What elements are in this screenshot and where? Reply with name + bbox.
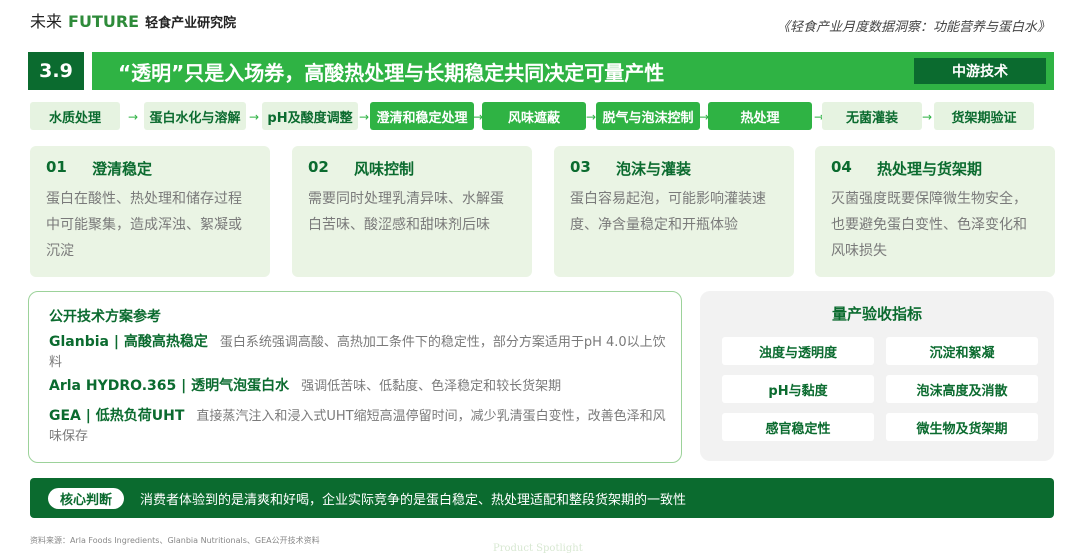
reference-desc: 强调低苦味、低黏度、色泽稳定和较长货架期 [301,379,562,394]
core-judgement-label: 核心判断 [48,488,124,509]
flow-arrow-icon: → [249,110,260,124]
card-number: 03 [570,158,591,176]
flow-step-heat: 热处理 [708,102,812,130]
report-title: 《轻食产业月度数据洞察：功能营养与蛋白水》 [776,20,1050,35]
flow-step-ph: pH及酸度调整 [262,102,358,130]
kpi-item: 浊度与透明度 [722,337,874,365]
card-title: 风味控制 [354,160,415,178]
watermark: Product Spotlight [493,543,583,554]
kpi-item: 感官稳定性 [722,413,874,441]
card-body: 蛋白在酸性、热处理和储存过程中可能聚集，造成浑浊、絮凝或沉淀 [46,191,242,259]
flow-step-flavor: 风味遮蔽 [482,102,586,130]
kpi-item: 微生物及货架期 [886,413,1038,441]
section-title-text: “透明”只是入场券，高酸热处理与长期稳定共同决定可量产性 [118,60,665,85]
flow-step-clarify: 澄清和稳定处理 [370,102,474,130]
challenge-card-03: 03 泡沫与灌装 蛋白容易起泡，可能影响灌装速度、净含量稳定和开瓶体验 [554,146,794,277]
logo-en: FUTURE [68,12,140,31]
core-judgement-text: 消费者体验到的是清爽和好喝，企业实际竞争的是蛋白稳定、热处理适配和整段货架期的一… [140,493,687,508]
reference-item: Arla HYDRO.365 | 透明气泡蛋白水 强调低苦味、低黏度、色泽稳定和较… [49,376,669,397]
process-flow: 水质处理 → 蛋白水化与溶解 → pH及酸度调整 → 澄清和稳定处理 → 风味遮… [30,102,1054,130]
challenge-card-04: 04 热处理与货架期 灭菌强度既要保障微生物安全，也要避免蛋白变性、色泽变化和风… [815,146,1055,277]
card-title: 热处理与货架期 [877,160,983,178]
card-number: 01 [46,158,67,176]
kpi-item: pH与黏度 [722,375,874,403]
flow-arrow-icon: → [586,110,597,124]
logo-org: 轻食产业研究院 [145,16,237,31]
card-title: 泡沫与灌装 [616,160,692,178]
flow-arrow-icon: → [359,110,370,124]
kpi-item: 泡沫高度及消散 [886,375,1038,403]
flow-arrow-icon: → [922,110,933,124]
reference-panel: 公开技术方案参考 Glanbia | 高酸高热稳定 蛋白系统强调高酸、高热加工条件… [28,291,682,463]
reference-label: Glanbia | 高酸高热稳定 [49,334,208,350]
flow-step-aseptic: 无菌灌装 [822,102,922,130]
reference-title: 公开技术方案参考 [49,309,161,325]
card-title: 澄清稳定 [92,160,153,178]
section-number: 3.9 [28,52,84,90]
flow-step-water: 水质处理 [30,102,120,130]
reference-item: GEA | 低热负荷UHT 直接蒸汽注入和浸入式UHT缩短高温停留时间，减少乳清蛋… [49,406,669,447]
core-judgement-bar: 核心判断 消费者体验到的是清爽和好喝，企业实际竞争的是蛋白稳定、热处理适配和整段… [30,478,1054,518]
flow-step-shelf: 货架期验证 [934,102,1034,130]
card-body: 蛋白容易起泡，可能影响灌装速度、净含量稳定和开瓶体验 [570,191,766,233]
logo-cn: 未来 [30,12,63,31]
flow-step-degas: 脱气与泡沫控制 [596,102,700,130]
card-number: 02 [308,158,329,176]
reference-item: Glanbia | 高酸高热稳定 蛋白系统强调高酸、高热加工条件下的稳定性，部分方… [49,332,669,373]
reference-label: Arla HYDRO.365 | 透明气泡蛋白水 [49,378,290,394]
section-title: “透明”只是入场券，高酸热处理与长期稳定共同决定可量产性 中游技术 [92,52,1054,90]
source-note: 资料来源：Arla Foods Ingredients、Glanbia Nutr… [30,536,320,545]
section-tag: 中游技术 [914,58,1046,84]
card-body: 需要同时处理乳清异味、水解蛋白苦味、酸涩感和甜味剂后味 [308,191,504,233]
section-title-bar: 3.9 “透明”只是入场券，高酸热处理与长期稳定共同决定可量产性 中游技术 [28,52,1054,90]
kpi-title: 量产验收指标 [831,305,922,323]
challenge-card-01: 01 澄清稳定 蛋白在酸性、热处理和储存过程中可能聚集，造成浑浊、絮凝或沉淀 [30,146,270,277]
card-body: 灭菌强度既要保障微生物安全，也要避免蛋白变性、色泽变化和风味损失 [831,191,1027,259]
brand-logo: 未来 FUTURE 轻食产业研究院 [30,8,236,32]
reference-label: GEA | 低热负荷UHT [49,408,185,424]
flow-step-hydration: 蛋白水化与溶解 [144,102,246,130]
kpi-panel: 量产验收指标 浊度与透明度 沉淀和絮凝 pH与黏度 泡沫高度及消散 感官稳定性 … [700,291,1054,461]
challenge-card-02: 02 风味控制 需要同时处理乳清异味、水解蛋白苦味、酸涩感和甜味剂后味 [292,146,532,277]
kpi-item: 沉淀和絮凝 [886,337,1038,365]
flow-arrow-icon: → [128,110,139,124]
card-number: 04 [831,158,852,176]
